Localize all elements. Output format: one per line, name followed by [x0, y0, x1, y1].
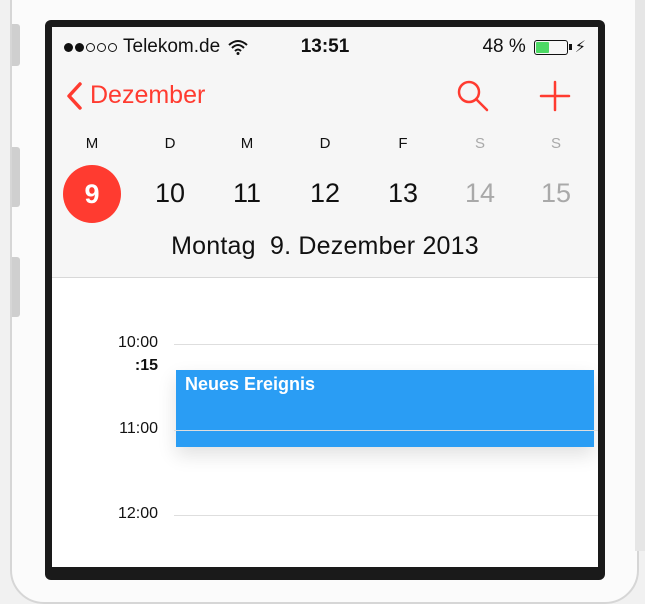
day-number: 15 [540, 178, 572, 208]
search-button[interactable] [456, 79, 490, 118]
hour-row-12: 12:00 [52, 505, 598, 525]
hour-label: 10:00 [117, 334, 158, 351]
volume-up-button [12, 147, 20, 207]
quarter-label: :15 [134, 357, 158, 374]
hour-gridline [174, 430, 598, 431]
search-icon [457, 80, 489, 112]
day-saturday[interactable]: S 14 [450, 135, 510, 221]
day-monday[interactable]: M 9 [62, 135, 122, 223]
event-title: Neues Ereignis [185, 374, 316, 394]
charging-bolt-icon: ⚡︎ [574, 39, 586, 56]
plus-icon [539, 80, 571, 112]
battery-level [535, 41, 550, 53]
add-event-button[interactable] [538, 79, 572, 118]
day-number: 9 [63, 165, 121, 223]
back-label: Dezember [90, 81, 206, 109]
background-edge [635, 0, 645, 551]
weekday-letter: M [85, 135, 99, 152]
battery-status: 48 % ⚡︎ [482, 36, 586, 58]
day-number: 11 [232, 178, 262, 208]
chevron-left-icon [67, 81, 82, 110]
hour-label: 12:00 [117, 505, 158, 522]
day-number: 10 [154, 178, 186, 208]
weekday-letter: D [164, 135, 176, 152]
day-friday[interactable]: F 13 [373, 135, 433, 221]
weekday-letter: S [550, 135, 561, 152]
selected-date-title: Montag 9. Dezember 2013 [171, 232, 479, 260]
day-number: 13 [387, 178, 419, 208]
volume-down-button [12, 257, 20, 317]
weekday-letter: M [240, 135, 254, 152]
hour-row-10: 10:00 [52, 334, 598, 354]
hour-gridline [174, 344, 598, 345]
day-number: 14 [464, 178, 496, 208]
day-number: 12 [309, 178, 341, 208]
calendar-screen: Telekom.de 13:51 48 % ⚡︎ Dezember M 9 D … [52, 27, 598, 567]
back-to-month-button[interactable]: Dezember [66, 81, 205, 110]
weekday-letter: F [398, 135, 408, 152]
battery-icon [533, 39, 568, 55]
day-sunday[interactable]: S 15 [526, 135, 586, 221]
weekday-letter: S [474, 135, 485, 152]
hour-gridline [174, 515, 598, 516]
nav-bar: Dezember [52, 79, 598, 119]
battery-percent: 48 % [482, 36, 526, 57]
battery-cap [568, 44, 572, 50]
hour-row-11: 11:00 [52, 420, 598, 440]
day-wednesday[interactable]: M 11 [217, 135, 277, 221]
weekday-letter: D [319, 135, 331, 152]
day-tuesday[interactable]: D 10 [140, 135, 200, 221]
day-timeline[interactable]: 10:00 :15 Neues Ereignis 11:00 12:00 [52, 278, 598, 567]
day-thursday[interactable]: D 12 [295, 135, 355, 221]
calendar-header: Telekom.de 13:51 48 % ⚡︎ Dezember M 9 D … [52, 27, 598, 278]
status-bar: Telekom.de 13:51 48 % ⚡︎ [52, 27, 598, 65]
hour-label: 11:00 [119, 420, 158, 437]
mute-switch [12, 24, 20, 66]
